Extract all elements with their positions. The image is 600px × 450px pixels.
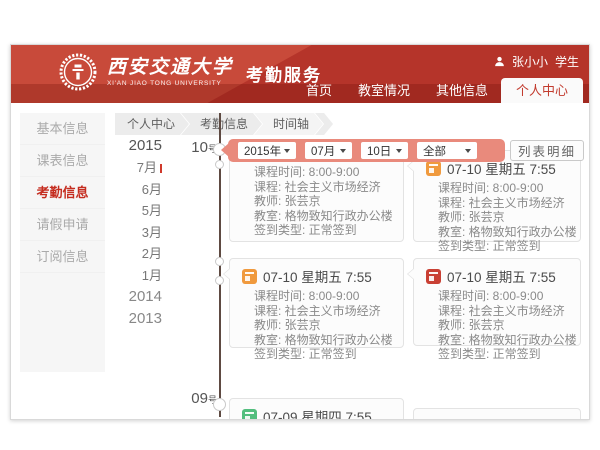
date-filter-bar: 2015年 07月 10日 全部 (228, 139, 505, 162)
day-select[interactable]: 10日 (361, 142, 408, 159)
caret-down-icon (340, 149, 346, 153)
current-month-tick (160, 164, 162, 173)
attendance-card[interactable]: 07-09 星期四 7:55 (229, 398, 404, 420)
card-classroom: 教室: 格物致知行政办公楼 (254, 209, 397, 224)
scale-year-2014[interactable]: 2014 (71, 286, 162, 308)
card-teacher: 教师: 张芸京 (438, 210, 574, 225)
scale-month-5[interactable]: 5月 (71, 200, 162, 222)
calendar-icon (426, 269, 441, 284)
university-seal-icon (58, 52, 98, 92)
user-role: 学生 (555, 53, 579, 70)
brand: 西安交通大学 XI'AN JIAO TONG UNIVERSITY 考勤服务 (58, 52, 322, 92)
scale-month-2[interactable]: 2月 (71, 243, 162, 265)
card-course: 课程: 社会主义市场经济 (254, 180, 397, 195)
calendar-icon (242, 409, 257, 421)
attendance-card[interactable]: 07-10 星期五 7:55 课程时间: 8:00-9:00 课程: 社会主义市… (229, 258, 404, 348)
card-course: 课程: 社会主义市场经济 (438, 304, 574, 319)
card-title: 07-10 星期五 7:55 (263, 266, 372, 286)
calendar-icon (426, 161, 441, 176)
app-header: 西安交通大学 XI'AN JIAO TONG UNIVERSITY 考勤服务 张… (11, 45, 589, 103)
timeline-node-day09[interactable] (213, 398, 226, 411)
card-course: 课程: 社会主义市场经济 (438, 196, 574, 211)
nav-personal-center[interactable]: 个人中心 (501, 78, 583, 103)
day-marker-10[interactable]: 10号 (171, 139, 217, 157)
nav-other-info[interactable]: 其他信息 (423, 78, 501, 103)
category-select[interactable]: 全部 (417, 142, 477, 159)
timeline-scale: 2015 7月 6月 5月 3月 2月 1月 2014 2013 (71, 135, 162, 330)
attendance-card[interactable] (413, 408, 581, 420)
card-title: 07-10 星期五 7:55 (447, 266, 556, 286)
card-teacher: 教师: 张芸京 (438, 318, 574, 333)
breadcrumb-personal-center[interactable]: 个人中心 (115, 113, 189, 135)
calendar-icon (242, 269, 257, 284)
card-teacher: 教师: 张芸京 (254, 318, 397, 333)
attendance-card[interactable]: 07-10 星期五 7:55 课程时间: 8:00-9:00 课程: 社会主义市… (413, 258, 581, 346)
timeline-node (215, 160, 224, 169)
attendance-card[interactable]: 课程时间: 8:00-9:00 课程: 社会主义市场经济 教师: 张芸京 教室:… (229, 150, 404, 242)
caret-down-icon (465, 149, 471, 153)
timeline-node (215, 257, 224, 266)
card-teacher: 教师: 张芸京 (254, 194, 397, 209)
page: 西安交通大学 XI'AN JIAO TONG UNIVERSITY 考勤服务 张… (0, 0, 600, 450)
card-course: 课程: 社会主义市场经济 (254, 304, 397, 319)
card-course-time: 课程时间: 8:00-9:00 (438, 181, 574, 196)
caret-down-icon (284, 149, 290, 153)
month-select[interactable]: 07月 (305, 142, 352, 159)
card-course-time: 课程时间: 8:00-9:00 (438, 289, 574, 304)
breadcrumb: 个人中心 考勤信息 时间轴 (115, 113, 333, 135)
card-classroom: 教室: 格物致知行政办公楼 (438, 225, 574, 240)
card-title: 07-09 星期四 7:55 (263, 406, 372, 420)
day-marker-09[interactable]: 09号 (171, 390, 217, 408)
breadcrumb-attendance-info[interactable]: 考勤信息 (181, 113, 262, 135)
card-signin-type: 签到类型: 正常签到 (438, 347, 574, 362)
nav-classrooms[interactable]: 教室情况 (345, 78, 423, 103)
scale-month-7[interactable]: 7月 (71, 157, 162, 179)
year-select[interactable]: 2015年 (238, 142, 296, 159)
card-signin-type: 签到类型: 正常签到 (438, 239, 574, 254)
person-icon (494, 56, 505, 67)
card-classroom: 教室: 格物致知行政办公楼 (438, 333, 574, 348)
scale-month-1[interactable]: 1月 (71, 265, 162, 287)
user-menu[interactable]: 张小小 学生 (494, 53, 579, 70)
list-detail-button[interactable]: 列表明细 (510, 140, 584, 161)
user-name: 张小小 (512, 53, 548, 70)
card-course-time: 课程时间: 8:00-9:00 (254, 165, 397, 180)
app-window: 西安交通大学 XI'AN JIAO TONG UNIVERSITY 考勤服务 张… (10, 44, 590, 420)
scale-year-2015[interactable]: 2015 (71, 135, 162, 157)
main-nav: 首页 教室情况 其他信息 个人中心 (293, 78, 583, 103)
card-course-time: 课程时间: 8:00-9:00 (254, 289, 397, 304)
nav-home[interactable]: 首页 (293, 78, 345, 103)
breadcrumb-timeline[interactable]: 时间轴 (254, 113, 323, 135)
university-name-en: XI'AN JIAO TONG UNIVERSITY (107, 80, 233, 87)
scale-month-6[interactable]: 6月 (71, 179, 162, 201)
caret-down-icon (396, 149, 402, 153)
university-name: 西安交通大学 XI'AN JIAO TONG UNIVERSITY (107, 57, 233, 87)
card-signin-type: 签到类型: 正常签到 (254, 223, 397, 238)
scale-year-2013[interactable]: 2013 (71, 308, 162, 330)
scale-month-3[interactable]: 3月 (71, 222, 162, 244)
card-classroom: 教室: 格物致知行政办公楼 (254, 333, 397, 348)
attendance-card[interactable]: 07-10 星期五 7:55 课程时间: 8:00-9:00 课程: 社会主义市… (413, 150, 581, 242)
university-name-cn: 西安交通大学 (107, 57, 233, 79)
card-signin-type: 签到类型: 正常签到 (254, 347, 397, 362)
